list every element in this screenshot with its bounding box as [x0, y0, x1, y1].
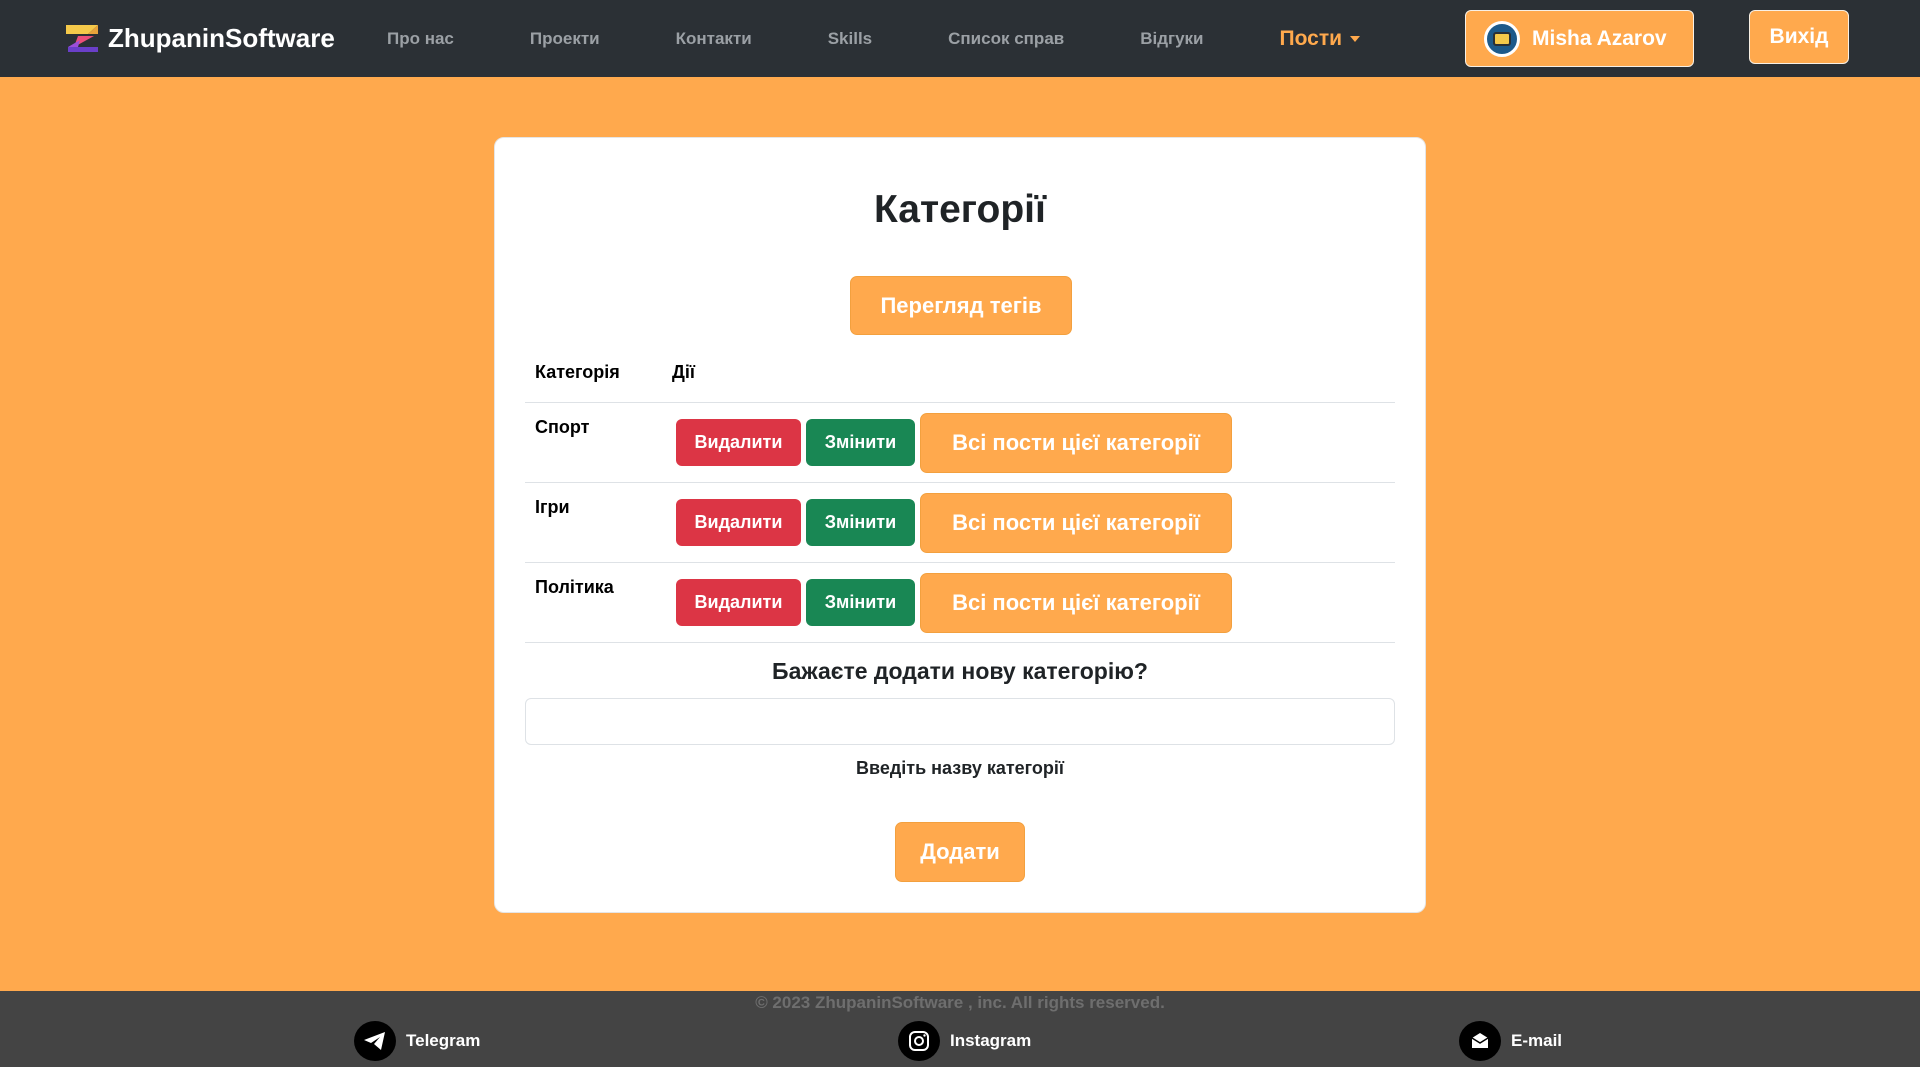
logout-button[interactable]: Вихід — [1749, 10, 1849, 64]
telegram-label: Telegram — [406, 1031, 481, 1050]
all-posts-button[interactable]: Всі пости цієї категорії — [920, 492, 1232, 553]
instagram-label: Instagram — [950, 1031, 1032, 1050]
add-category-title: Бажаєте додати нову категорію? — [772, 658, 1148, 684]
delete-button[interactable]: Видалити — [676, 499, 801, 546]
top-navbar: ZhupaninSoftware Про нас Проекти Контакт… — [0, 0, 1920, 77]
nav-links: Про нас Проекти Контакти Skills Список с… — [387, 0, 1361, 77]
user-avatar-icon — [1484, 20, 1520, 57]
email-icon — [1459, 1021, 1501, 1061]
copyright-text: © 2023 ZhupaninSoftware , inc. All right… — [755, 993, 1165, 1012]
header-actions: Дії — [672, 362, 695, 382]
brand-name: ZhupaninSoftware — [108, 22, 335, 53]
edit-button[interactable]: Змінити — [806, 419, 915, 466]
table-row: Спорт Видалити Змінити Всі пости цієї ка… — [525, 403, 1395, 483]
email-link[interactable]: E-mail — [1459, 1021, 1562, 1061]
header-category: Категорія — [535, 362, 620, 382]
page-footer: © 2023 ZhupaninSoftware , inc. All right… — [0, 991, 1920, 1067]
instagram-icon — [898, 1021, 940, 1061]
category-name-label: Введіть назву категорії — [856, 758, 1064, 778]
user-profile-button[interactable]: Misha Azarov — [1465, 10, 1694, 67]
edit-button[interactable]: Змінити — [806, 499, 915, 546]
category-name-input[interactable] — [525, 698, 1395, 745]
page-title: Категорії — [874, 188, 1046, 231]
row-actions: Видалити Змінити Всі пости цієї категорі… — [672, 403, 1232, 482]
nav-dropdown-posts[interactable]: Пости — [1280, 27, 1361, 51]
instagram-link[interactable]: Instagram — [898, 1021, 1031, 1061]
nav-posts-label: Пости — [1279, 26, 1343, 50]
brand-link[interactable]: ZhupaninSoftware — [64, 22, 335, 54]
view-tags-button[interactable]: Перегляд тегів — [850, 276, 1072, 335]
telegram-link[interactable]: Telegram — [354, 1021, 480, 1061]
table-row: Ігри Видалити Змінити Всі пости цієї кат… — [525, 483, 1395, 563]
nav-link-skills[interactable]: Skills — [828, 29, 872, 49]
table-header: Категорія Дії — [525, 343, 1395, 403]
row-actions: Видалити Змінити Всі пости цієї категорі… — [672, 563, 1232, 642]
delete-button[interactable]: Видалити — [676, 579, 801, 626]
category-name: Ігри — [535, 497, 570, 517]
table-row: Політика Видалити Змінити Всі пости цієї… — [525, 563, 1395, 643]
add-category-button[interactable]: Додати — [895, 822, 1025, 882]
nav-link-reviews[interactable]: Відгуки — [1140, 29, 1203, 49]
edit-button[interactable]: Змінити — [806, 579, 915, 626]
all-posts-button[interactable]: Всі пости цієї категорії — [920, 412, 1232, 473]
nav-link-todo[interactable]: Список справ — [948, 29, 1064, 49]
nav-link-projects[interactable]: Проекти — [530, 29, 600, 49]
delete-button[interactable]: Видалити — [676, 419, 801, 466]
telegram-icon — [354, 1021, 396, 1061]
row-actions: Видалити Змінити Всі пости цієї категорі… — [672, 483, 1232, 562]
email-label: E-mail — [1511, 1031, 1563, 1050]
nav-link-contacts[interactable]: Контакти — [676, 29, 752, 49]
categories-card: Категорії Перегляд тегів Категорія Дії С… — [494, 137, 1426, 913]
zhupanin-logo-icon — [66, 25, 98, 52]
caret-down-icon — [1350, 35, 1361, 42]
all-posts-button[interactable]: Всі пости цієї категорії — [920, 572, 1232, 633]
avatar-inner — [1493, 31, 1511, 46]
category-name: Спорт — [535, 417, 590, 437]
categories-table: Категорія Дії Спорт Видалити Змінити Всі… — [525, 343, 1395, 643]
category-name: Політика — [535, 577, 614, 597]
user-name: Misha Azarov — [1532, 26, 1667, 50]
nav-link-about[interactable]: Про нас — [387, 29, 454, 49]
